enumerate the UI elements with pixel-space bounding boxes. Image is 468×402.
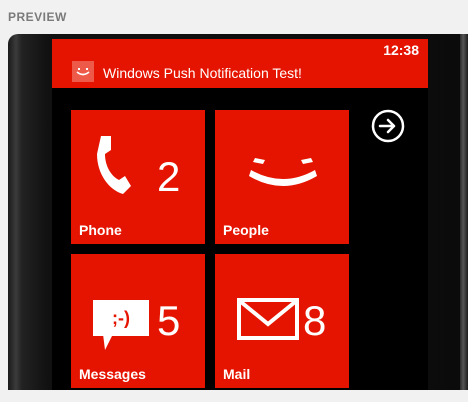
toast-notification[interactable]: 12:38 Windows Push Notification Test! <box>52 39 428 88</box>
page-bottom <box>0 390 468 402</box>
toast-title: Windows Push Notification Test! <box>103 65 302 81</box>
tile-messages[interactable]: ;-) 5 Messages <box>71 254 205 388</box>
preview-label: PREVIEW <box>8 10 67 24</box>
arrow-right-circle-icon[interactable] <box>371 109 405 143</box>
message-bubble-icon: ;-) <box>93 300 149 350</box>
people-label: People <box>223 222 269 238</box>
messages-label: Messages <box>79 366 146 382</box>
phone-edge <box>460 34 468 402</box>
svg-text:;-): ;-) <box>112 308 130 328</box>
mail-count: 8 <box>303 297 327 344</box>
smiley-face-icon <box>249 158 317 186</box>
mail-label: Mail <box>223 366 251 382</box>
phone-label: Phone <box>79 222 122 238</box>
smiley-app-icon <box>72 61 94 82</box>
phone-count: 2 <box>157 153 181 200</box>
tile-phone[interactable]: 2 Phone <box>71 110 205 244</box>
mail-icon <box>237 298 299 340</box>
phone-icon <box>97 136 131 194</box>
status-time: 12:38 <box>383 42 419 58</box>
tile-people[interactable]: People <box>215 110 349 244</box>
tile-mail[interactable]: 8 Mail <box>215 254 349 388</box>
phone-screen: 12:38 Windows Push Notification Test! 2 … <box>52 39 428 390</box>
messages-count: 5 <box>157 297 181 344</box>
